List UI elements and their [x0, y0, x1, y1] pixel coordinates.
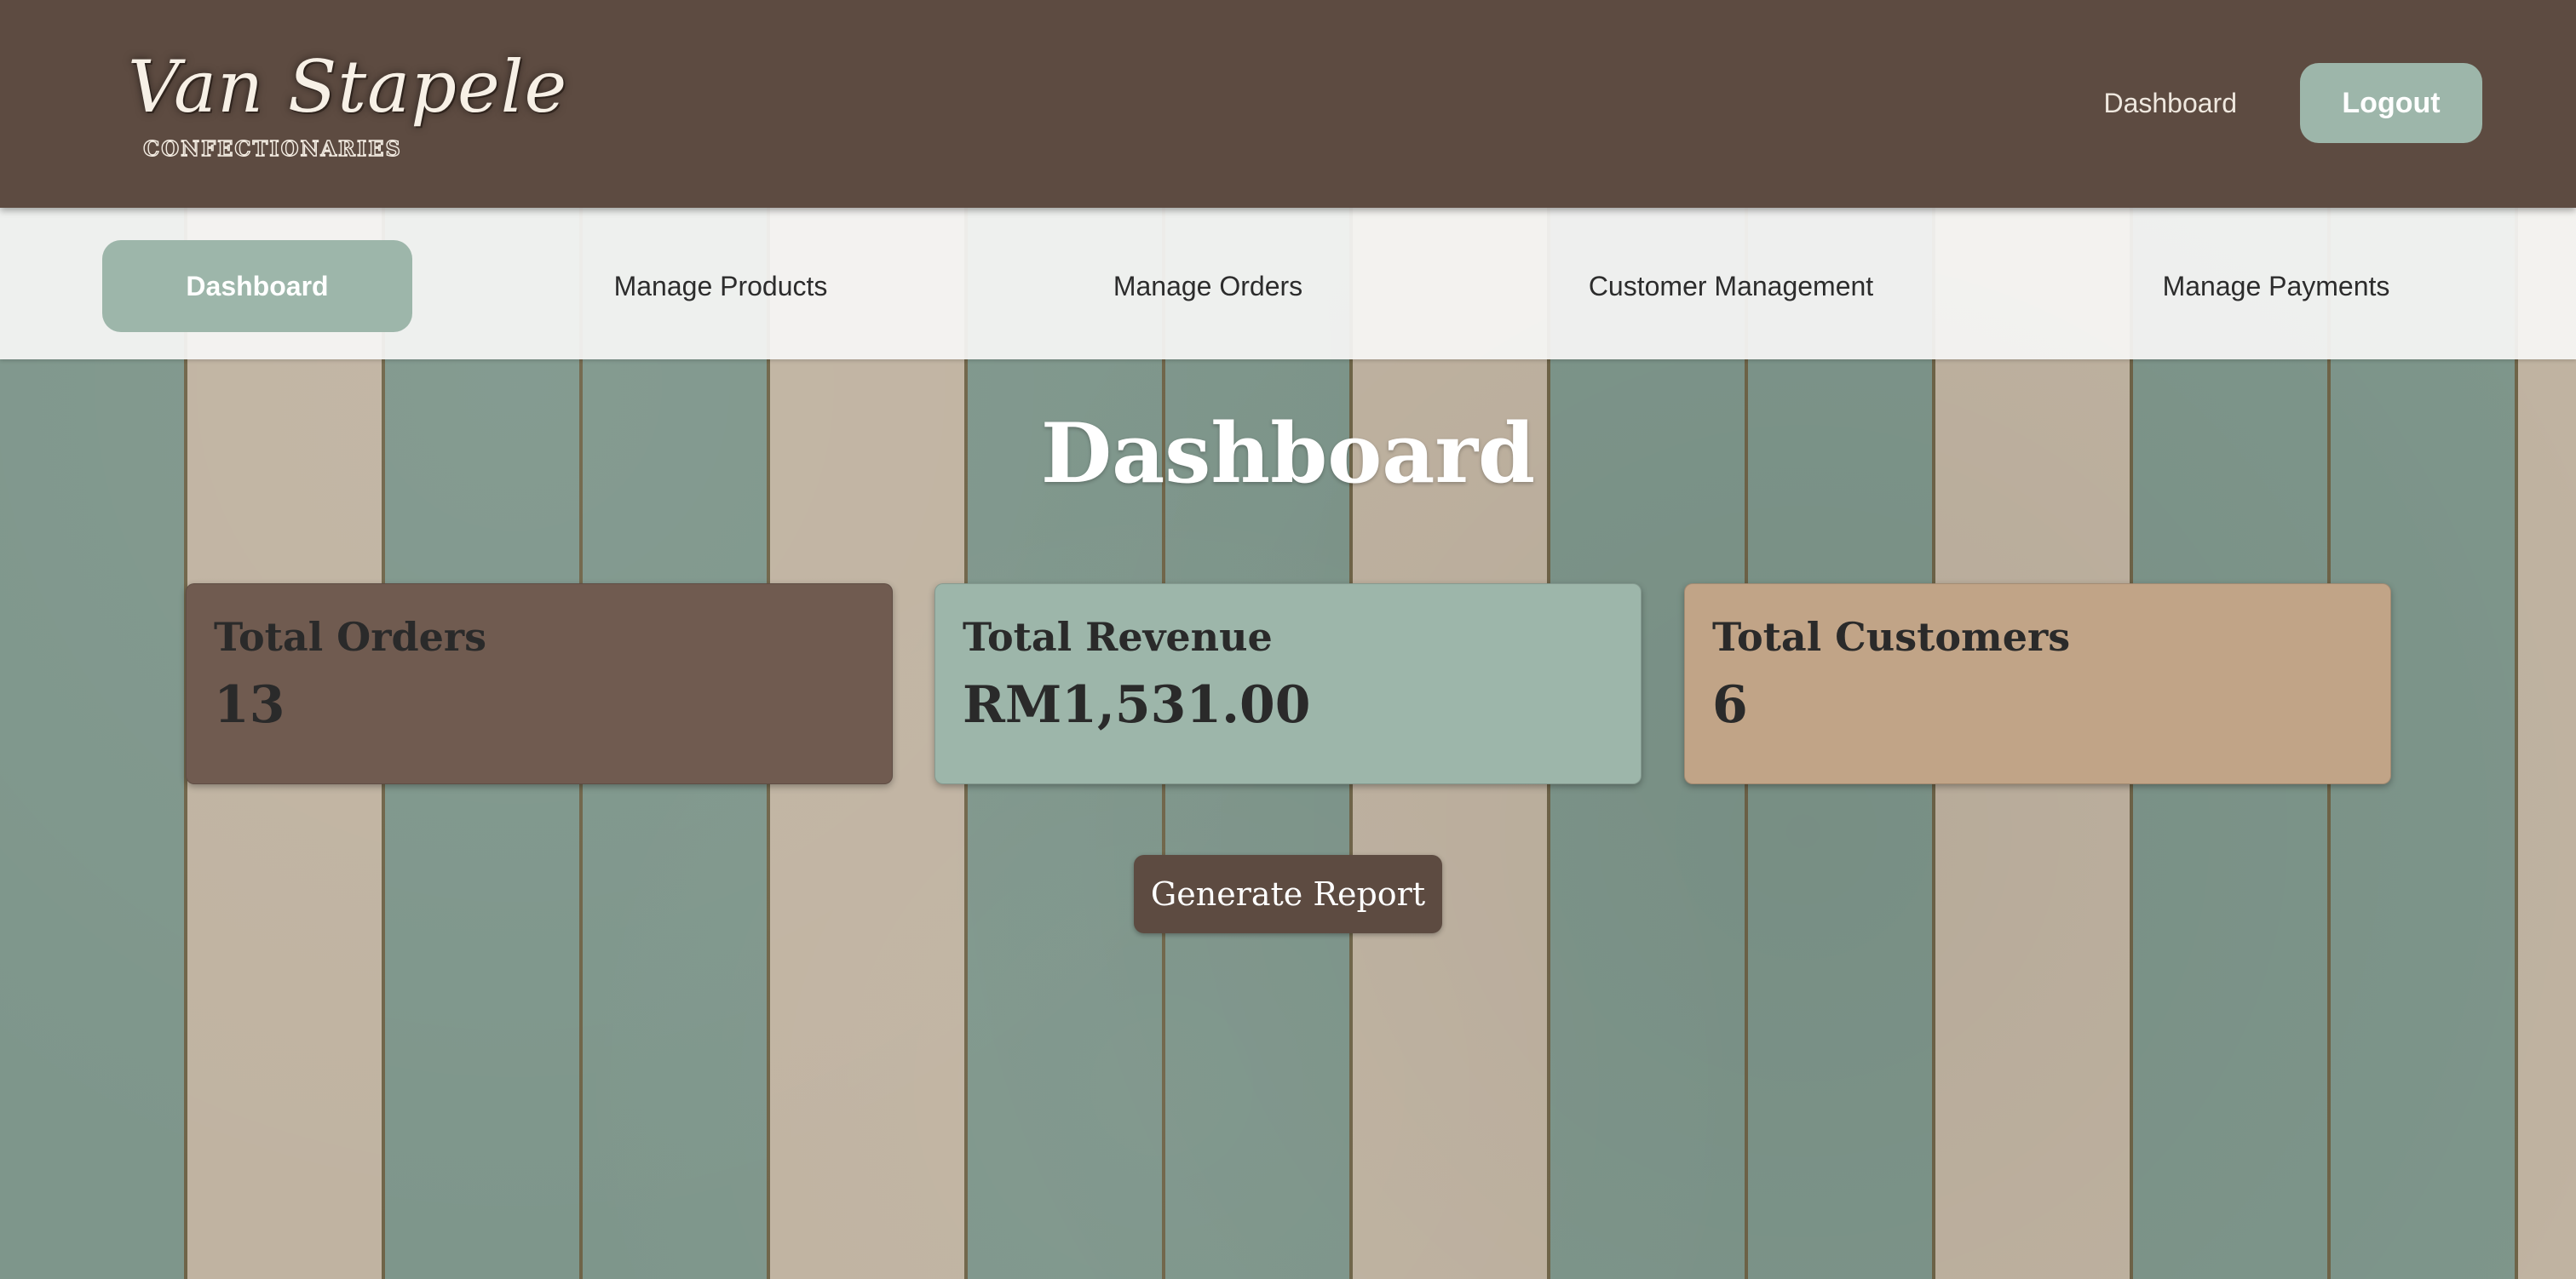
card-value: 6 — [1712, 675, 1748, 735]
tab-customer-management[interactable]: Customer Management — [1552, 240, 1910, 332]
card-value: 13 — [214, 675, 285, 735]
brand-name: Van Stapele — [128, 45, 568, 129]
card-label: Total Revenue — [963, 614, 1273, 660]
header-dashboard-link[interactable]: Dashboard — [2103, 88, 2237, 119]
brand-logo[interactable]: Van Stapele CONFECTIONARIES — [128, 44, 568, 181]
total-customers-card: Total Customers 6 — [1684, 583, 2391, 784]
total-orders-card: Total Orders 13 — [186, 583, 893, 784]
total-revenue-card: Total Revenue RM1,531.00 — [934, 583, 1642, 784]
top-header: Van Stapele CONFECTIONARIES Dashboard Lo… — [0, 0, 2576, 208]
page-title: Dashboard — [1040, 405, 1536, 502]
brand-tagline: CONFECTIONARIES — [142, 135, 402, 161]
header-nav: Dashboard Logout — [2103, 63, 2482, 143]
tab-manage-orders[interactable]: Manage Orders — [1080, 240, 1336, 332]
tab-manage-payments[interactable]: Manage Payments — [2130, 240, 2423, 332]
tab-dashboard[interactable]: Dashboard — [102, 240, 412, 332]
card-label: Total Customers — [1712, 614, 2071, 660]
admin-nav-bar: Dashboard Manage Products Manage Orders … — [0, 208, 2576, 359]
card-value: RM1,531.00 — [963, 675, 1311, 735]
card-label: Total Orders — [214, 614, 487, 660]
tab-manage-products[interactable]: Manage Products — [593, 240, 848, 332]
generate-report-button[interactable]: Generate Report — [1134, 855, 1442, 933]
logout-button[interactable]: Logout — [2300, 63, 2482, 143]
